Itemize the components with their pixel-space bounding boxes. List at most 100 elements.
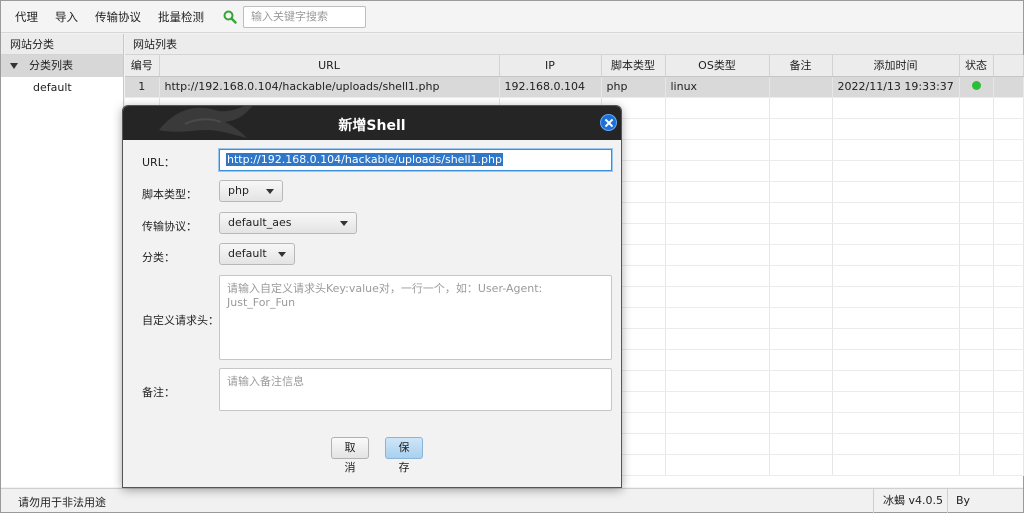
table-row[interactable]: 1 http://192.168.0.104/hackable/uploads/… [125,76,1024,98]
status-version: 冰蝎 v4.0.5 [873,489,943,513]
empty-cell [665,454,770,476]
script-type-select[interactable]: php [219,180,283,202]
custom-headers-textarea[interactable]: 请输入自定义请求头Key:value对，一行一个，如：User-Agent: J… [219,275,612,360]
empty-cell [959,412,994,434]
empty-cell [993,328,1024,350]
empty-cell [993,223,1024,245]
status-author: By rebeyond [947,489,1023,513]
empty-cell [993,391,1024,413]
url-input[interactable]: http://192.168.0.104/hackable/uploads/sh… [219,149,612,171]
cell-note [769,76,833,98]
menu-proxy[interactable]: 代理 [15,9,38,25]
protocol-label: 传输协议： [142,220,197,233]
dialog-title-bar[interactable]: 新增Shell [123,106,621,140]
column-header-id[interactable]: 编号 [125,55,160,77]
empty-cell [832,181,960,203]
close-icon[interactable] [600,114,617,131]
cell-ip: 192.168.0.104 [499,76,602,98]
menu-import[interactable]: 导入 [55,9,78,25]
empty-cell [959,433,994,455]
empty-cell [769,202,833,224]
empty-cell [959,454,994,476]
column-header-url[interactable]: URL [159,55,500,77]
cell-added-time: 2022/11/13 19:33:37 [832,76,960,98]
empty-cell [769,160,833,182]
app-window: 代理 导入 传输协议 批量检测 网站分类 分类列表 default 网站列表 [0,0,1024,513]
empty-cell [832,391,960,413]
column-header-os-type[interactable]: OS类型 [665,55,770,77]
cell-id: 1 [125,76,160,98]
empty-cell [959,370,994,392]
column-header-status[interactable]: 状态 [959,55,994,77]
empty-cell [993,433,1024,455]
empty-cell [769,454,833,476]
add-shell-dialog: 新增Shell URL： http://192.168.0.104/hackab… [122,105,622,488]
empty-cell [959,286,994,308]
column-header-ip[interactable]: IP [499,55,602,77]
dialog-title: 新增Shell [338,118,406,134]
empty-cell [832,349,960,371]
empty-cell [993,307,1024,329]
empty-cell [832,97,960,119]
cancel-button[interactable]: 取消 [331,437,369,474]
status-bar: 请勿用于非法用途 冰蝎 v4.0.5 By rebeyond [1,488,1023,513]
column-header-note[interactable]: 备注 [769,55,833,77]
tree-item-default[interactable]: default [1,77,123,99]
empty-cell [769,328,833,350]
empty-cell [993,265,1024,287]
empty-cell [993,370,1024,392]
empty-cell [665,118,770,140]
empty-cell [665,181,770,203]
empty-cell [832,286,960,308]
empty-cell [769,118,833,140]
empty-cell [832,370,960,392]
empty-cell [665,433,770,455]
empty-cell [769,349,833,371]
empty-cell [993,454,1024,476]
empty-cell [665,286,770,308]
empty-cell [993,139,1024,161]
menu-transport-protocol[interactable]: 传输协议 [95,9,141,25]
empty-cell [959,97,994,119]
site-list-header: 网站列表 [125,34,1023,55]
empty-cell [993,412,1024,434]
category-select[interactable]: default [219,243,295,265]
category-label: 分类： [142,251,175,264]
save-button[interactable]: 保存 [385,437,423,474]
empty-cell [959,223,994,245]
empty-cell [769,181,833,203]
empty-cell [959,181,994,203]
empty-cell [959,328,994,350]
protocol-select[interactable]: default_aes [219,212,357,234]
cell-script-type: php [601,76,666,98]
search-icon[interactable] [223,10,237,24]
category-panel-header: 网站分类 [1,34,123,55]
menu-batch-check[interactable]: 批量检测 [158,9,204,25]
tree-root-category-list[interactable]: 分类列表 [1,55,123,77]
empty-cell [769,97,833,119]
column-header-filler [993,55,1024,77]
empty-cell [993,349,1024,371]
empty-cell [665,97,770,119]
empty-cell [769,223,833,245]
search-input[interactable] [243,5,366,28]
empty-cell [832,202,960,224]
column-header-added-time[interactable]: 添加时间 [832,55,960,77]
empty-cell [832,244,960,266]
column-header-script-type[interactable]: 脚本类型 [601,55,666,77]
empty-cell [769,265,833,287]
note-textarea[interactable]: 请输入备注信息 [219,368,612,411]
empty-cell [993,286,1024,308]
empty-cell [665,202,770,224]
empty-cell [832,412,960,434]
chevron-down-icon [340,221,348,226]
empty-cell [769,391,833,413]
empty-cell [665,391,770,413]
empty-cell [993,118,1024,140]
empty-cell [665,412,770,434]
empty-cell [769,433,833,455]
chevron-down-icon [266,189,274,194]
empty-cell [959,265,994,287]
empty-cell [665,370,770,392]
expand-arrow-icon[interactable] [10,63,18,69]
